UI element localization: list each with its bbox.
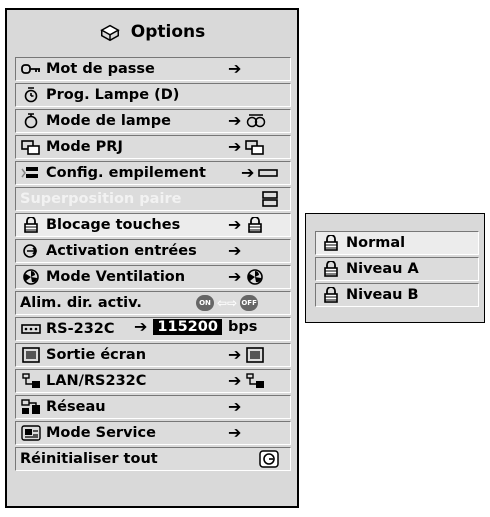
on-toggle-icon: ON bbox=[196, 295, 214, 311]
menu-item-rs232c[interactable]: RS-232C ➔ 115200 bps bbox=[15, 317, 291, 341]
menu-item-blocage-touches[interactable]: Blocage touches ➔ bbox=[15, 213, 291, 237]
lock-icon bbox=[320, 286, 342, 304]
on-off-icons: ON ⇦⇨ OFF bbox=[196, 294, 259, 312]
lan-icon bbox=[20, 372, 42, 390]
projection-mode-icon bbox=[245, 140, 265, 155]
lamp-timer-icon bbox=[20, 86, 42, 104]
arrow-right-icon: ➔ bbox=[228, 241, 242, 260]
arrow-right-icon: ➔ bbox=[228, 345, 242, 364]
menu-item-label: Mode Ventilation bbox=[46, 269, 186, 285]
menu-item-mode-prj[interactable]: Mode PRJ ➔ bbox=[15, 135, 291, 159]
arrow-right-icon: ➔ bbox=[228, 111, 242, 130]
arrow-right-icon: ➔ bbox=[228, 215, 242, 234]
lamp-icon bbox=[20, 112, 42, 130]
lock-icon bbox=[248, 217, 263, 233]
screen-output-icon bbox=[246, 347, 265, 363]
service-icon bbox=[20, 424, 42, 442]
menu-item-label: Activation entrées bbox=[46, 243, 197, 259]
arrow-right-icon: ➔ bbox=[228, 267, 242, 286]
menu-item-label: Sortie écran bbox=[46, 347, 147, 363]
arrow-right-icon: ➔ bbox=[228, 423, 242, 442]
arrow-right-icon: ➔ bbox=[241, 163, 255, 182]
menu-item-label: Alim. dir. activ. bbox=[20, 295, 142, 311]
arrow-right-icon: ➔ bbox=[228, 137, 242, 156]
key-lock-submenu: Normal Niveau A Niveau B bbox=[305, 213, 485, 323]
fan-icon bbox=[20, 268, 42, 286]
submenu-item-niveau-b[interactable]: Niveau B bbox=[315, 283, 479, 307]
submenu-item-label: Normal bbox=[346, 235, 406, 251]
rs232-icon bbox=[20, 320, 42, 338]
menu-item-mode-ventilation[interactable]: Mode Ventilation ➔ bbox=[15, 265, 291, 289]
menu-item-mode-de-lampe[interactable]: Mode de lampe ➔ bbox=[15, 109, 291, 133]
menu-item-config-empilement[interactable]: Config. empilement ➔ bbox=[15, 161, 291, 185]
menu-item-lan-rs232c[interactable]: LAN/RS232C ➔ bbox=[15, 369, 291, 393]
baud-rate-unit: bps bbox=[227, 319, 258, 335]
swap-arrows-icon: ⇦⇨ bbox=[217, 296, 238, 310]
menu-item-label: RS-232C bbox=[46, 321, 115, 337]
menu-item-sortie-ecran[interactable]: Sortie écran ➔ bbox=[15, 343, 291, 367]
screen-output-icon bbox=[20, 346, 42, 364]
submenu-item-normal[interactable]: Normal bbox=[315, 231, 479, 255]
menu-item-alim-dir-activ[interactable]: Alim. dir. activ. ON ⇦⇨ OFF bbox=[15, 291, 291, 315]
arrow-right-icon: ➔ bbox=[228, 371, 242, 390]
submenu-item-label: Niveau B bbox=[346, 287, 419, 303]
menu-item-activation-entrees[interactable]: Activation entrées ➔ bbox=[15, 239, 291, 263]
baud-rate-value: 115200 bbox=[153, 319, 222, 335]
lock-icon bbox=[320, 234, 342, 252]
arrow-right-icon: ➔ bbox=[228, 397, 242, 416]
stack-setup-icon bbox=[20, 164, 42, 182]
reset-icon bbox=[259, 450, 279, 468]
arrow-right-icon: ➔ bbox=[228, 59, 242, 78]
stack-pair-icon bbox=[262, 191, 278, 207]
lock-icon bbox=[20, 216, 42, 234]
menu-item-label: Config. empilement bbox=[46, 165, 206, 181]
menu-title-bar: Options bbox=[7, 10, 297, 54]
menu-item-reinitialiser-tout[interactable]: Réinitialiser tout bbox=[15, 447, 291, 471]
menu-item-label: Mode PRJ bbox=[46, 139, 123, 155]
arrow-right-icon: ➔ bbox=[134, 317, 148, 336]
fan-icon bbox=[247, 269, 264, 285]
menu-item-superposition-paire: Superposition paire bbox=[15, 187, 291, 211]
lan-icon bbox=[246, 373, 265, 388]
projection-mode-icon bbox=[20, 138, 42, 156]
menu-item-label: Réseau bbox=[46, 399, 106, 415]
lamp-mode-icon bbox=[247, 114, 266, 128]
lock-icon bbox=[320, 260, 342, 278]
options-icon bbox=[99, 24, 120, 42]
menu-item-prog-lampe[interactable]: Prog. Lampe (D) bbox=[15, 83, 291, 107]
menu-item-label: Mode Service bbox=[46, 425, 156, 441]
submenu-item-label: Niveau A bbox=[346, 261, 419, 277]
menu-item-label: Blocage touches bbox=[46, 217, 181, 233]
menu-item-reseau[interactable]: Réseau ➔ bbox=[15, 395, 291, 419]
stack-box-icon bbox=[258, 169, 279, 177]
network-icon bbox=[20, 398, 42, 416]
menu-item-mot-de-passe[interactable]: Mot de passe ➔ bbox=[15, 57, 291, 81]
menu-item-label: Prog. Lampe (D) bbox=[46, 87, 180, 103]
input-activation-icon bbox=[20, 242, 42, 260]
submenu-item-niveau-a[interactable]: Niveau A bbox=[315, 257, 479, 281]
menu-item-label: Mode de lampe bbox=[46, 113, 171, 129]
menu-item-label: Superposition paire bbox=[20, 191, 182, 207]
menu-item-label: Réinitialiser tout bbox=[20, 451, 158, 467]
off-toggle-icon: OFF bbox=[240, 295, 259, 311]
menu-item-mode-service[interactable]: Mode Service ➔ bbox=[15, 421, 291, 445]
menu-item-label: Mot de passe bbox=[46, 61, 155, 77]
key-icon bbox=[20, 60, 42, 78]
options-menu-panel: Options Mot de passe ➔ Prog. Lampe (D) M… bbox=[5, 8, 299, 508]
menu-title: Options bbox=[130, 22, 206, 42]
menu-item-label: LAN/RS232C bbox=[46, 373, 147, 389]
